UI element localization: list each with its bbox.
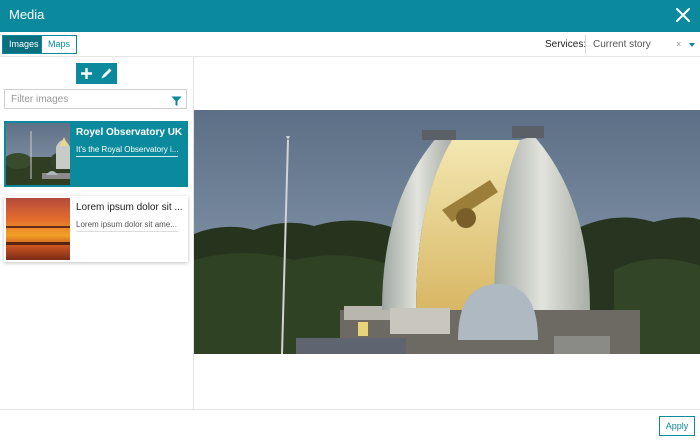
item-title: Royel Observatory UK	[76, 127, 182, 138]
image-list-item[interactable]: Royel Observatory UK It's the Royal Obse…	[4, 121, 188, 187]
toolbar: Images Maps Services: Current story ×	[0, 32, 700, 57]
add-image-button[interactable]	[76, 63, 97, 84]
observatory-preview-image	[194, 110, 700, 354]
services-select[interactable]: Current story ×	[585, 35, 698, 54]
edit-image-button[interactable]	[96, 63, 117, 84]
item-title: Lorem ipsum dolor sit ...	[76, 202, 182, 213]
dialog-footer: Apply	[0, 409, 700, 441]
filter-images-field	[4, 89, 187, 109]
chevron-down-icon[interactable]	[689, 43, 695, 47]
tab-maps[interactable]: Maps	[41, 35, 78, 54]
sunset-thumbnail	[6, 198, 70, 260]
item-subtitle: It's the Royal Observatory i...	[76, 145, 178, 157]
pencil-icon	[101, 68, 112, 79]
plus-icon	[81, 68, 92, 79]
clear-icon[interactable]: ×	[676, 39, 681, 49]
dialog-title: Media	[9, 7, 45, 22]
item-subtitle: Lorem ipsum dolor sit ame...	[76, 220, 178, 232]
close-icon[interactable]	[674, 6, 692, 24]
services-selected-value: Current story	[593, 39, 651, 50]
tab-images[interactable]: Images	[2, 35, 46, 54]
image-preview-panel	[193, 57, 700, 409]
title-bar: Media	[0, 0, 700, 32]
image-list-item[interactable]: Lorem ipsum dolor sit ... Lorem ipsum do…	[4, 196, 188, 262]
image-list-panel: Royel Observatory UK It's the Royal Obse…	[0, 57, 193, 409]
observatory-thumbnail	[6, 123, 70, 185]
funnel-icon[interactable]	[171, 94, 182, 112]
services-label: Services:	[545, 39, 587, 50]
apply-button[interactable]: Apply	[659, 416, 695, 436]
filter-images-input[interactable]	[11, 92, 161, 106]
